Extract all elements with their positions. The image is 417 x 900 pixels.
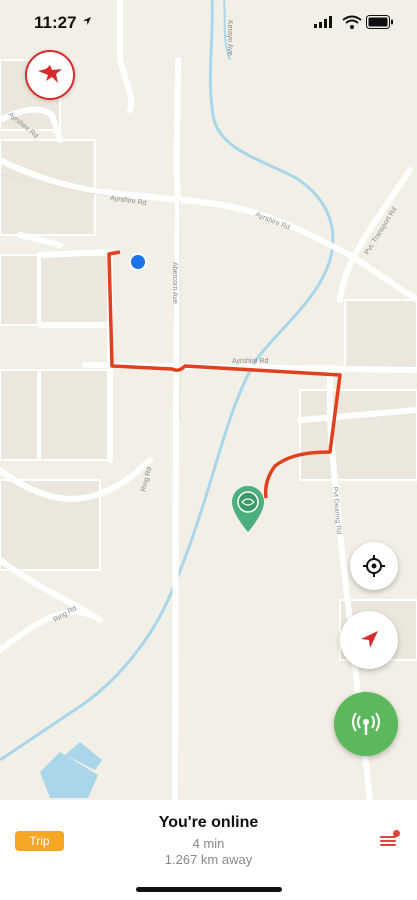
- building-footprint: [40, 742, 102, 798]
- map-view[interactable]: Ayrshire Rd Ayrshire Rd Ayrshire Rd Aber…: [0, 0, 417, 800]
- distance-text: 1.267 km away: [164, 852, 253, 867]
- road-label-ayrshire-3: Ayrshire Rd: [232, 358, 269, 365]
- battery-icon: [366, 15, 393, 29]
- status-time: 11:27: [34, 13, 77, 32]
- map-canvas: Ayrshire Rd Ayrshire Rd Ayrshire Rd Aber…: [0, 0, 417, 800]
- recenter-button[interactable]: [350, 542, 398, 590]
- app-logo-button[interactable]: [25, 50, 75, 100]
- broadcast-icon: [352, 712, 380, 735]
- online-broadcast-button[interactable]: [334, 692, 398, 756]
- trip-status-panel: Trip You're online 4 min 1.267 km away: [0, 800, 417, 900]
- current-location-dot: [131, 255, 145, 269]
- eta-text: 4 min: [192, 836, 225, 851]
- notification-dot: [393, 830, 400, 837]
- cellular-signal-icon: [314, 16, 332, 28]
- navigate-button[interactable]: [340, 611, 398, 669]
- wifi-icon: [342, 15, 362, 29]
- home-indicator[interactable]: [136, 887, 282, 892]
- location-arrow-icon: [83, 17, 91, 25]
- navigation-arrow-icon: [361, 631, 378, 648]
- online-status-title: You're online: [158, 814, 259, 831]
- crosshair-icon: [363, 555, 385, 577]
- road-label-abercorn: Abercorn Ave: [171, 262, 178, 304]
- bird-logo-icon: [38, 65, 62, 83]
- status-bar: 11:27: [0, 0, 417, 46]
- road-label-pvt-dearing: Pvt Dearing Rd: [331, 487, 342, 535]
- menu-icon[interactable]: [378, 830, 400, 850]
